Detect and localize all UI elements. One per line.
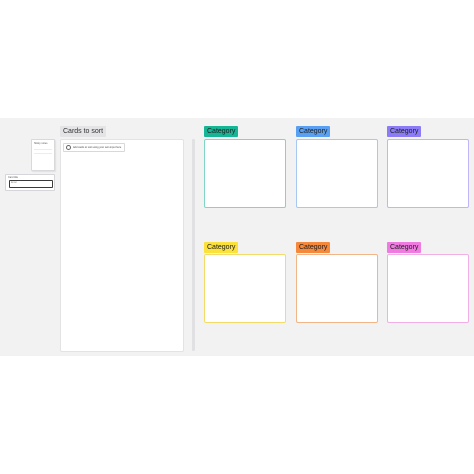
card-to-sort[interactable]: Add cards to sort using your own input h… [63, 143, 126, 152]
cards-to-sort-title: Cards to sort [60, 126, 107, 137]
card-template-input[interactable]: Enter [9, 180, 53, 188]
category-label-2[interactable]: Category [296, 126, 331, 137]
category-label-6[interactable]: Category [387, 242, 422, 253]
card-template[interactable]: Card title Enter [5, 174, 55, 191]
category-label-1[interactable]: Category [204, 126, 239, 137]
card-to-sort-text: Add cards to sort using your own input h… [73, 146, 122, 149]
sticky-note-label: Sticky notes [34, 142, 48, 145]
cards-to-sort-panel[interactable] [60, 139, 184, 352]
category-label-4[interactable]: Category [204, 242, 239, 253]
category-box-2[interactable] [296, 139, 378, 208]
category-box-3[interactable] [387, 139, 469, 208]
category-box-4[interactable] [204, 254, 286, 323]
card-template-label: Card title [8, 176, 19, 179]
card-template-input-text: Enter [11, 181, 17, 184]
category-label-3[interactable]: Category [387, 126, 422, 137]
category-label-5[interactable]: Category [296, 242, 331, 253]
category-box-5[interactable] [296, 254, 378, 323]
sticky-note-template[interactable]: Sticky notes [31, 139, 55, 171]
category-box-1[interactable] [204, 139, 286, 208]
add-icon [66, 145, 71, 150]
sticky-note-line [34, 153, 52, 154]
sticky-note-line [34, 149, 52, 150]
category-box-6[interactable] [387, 254, 469, 323]
section-divider [192, 139, 195, 351]
